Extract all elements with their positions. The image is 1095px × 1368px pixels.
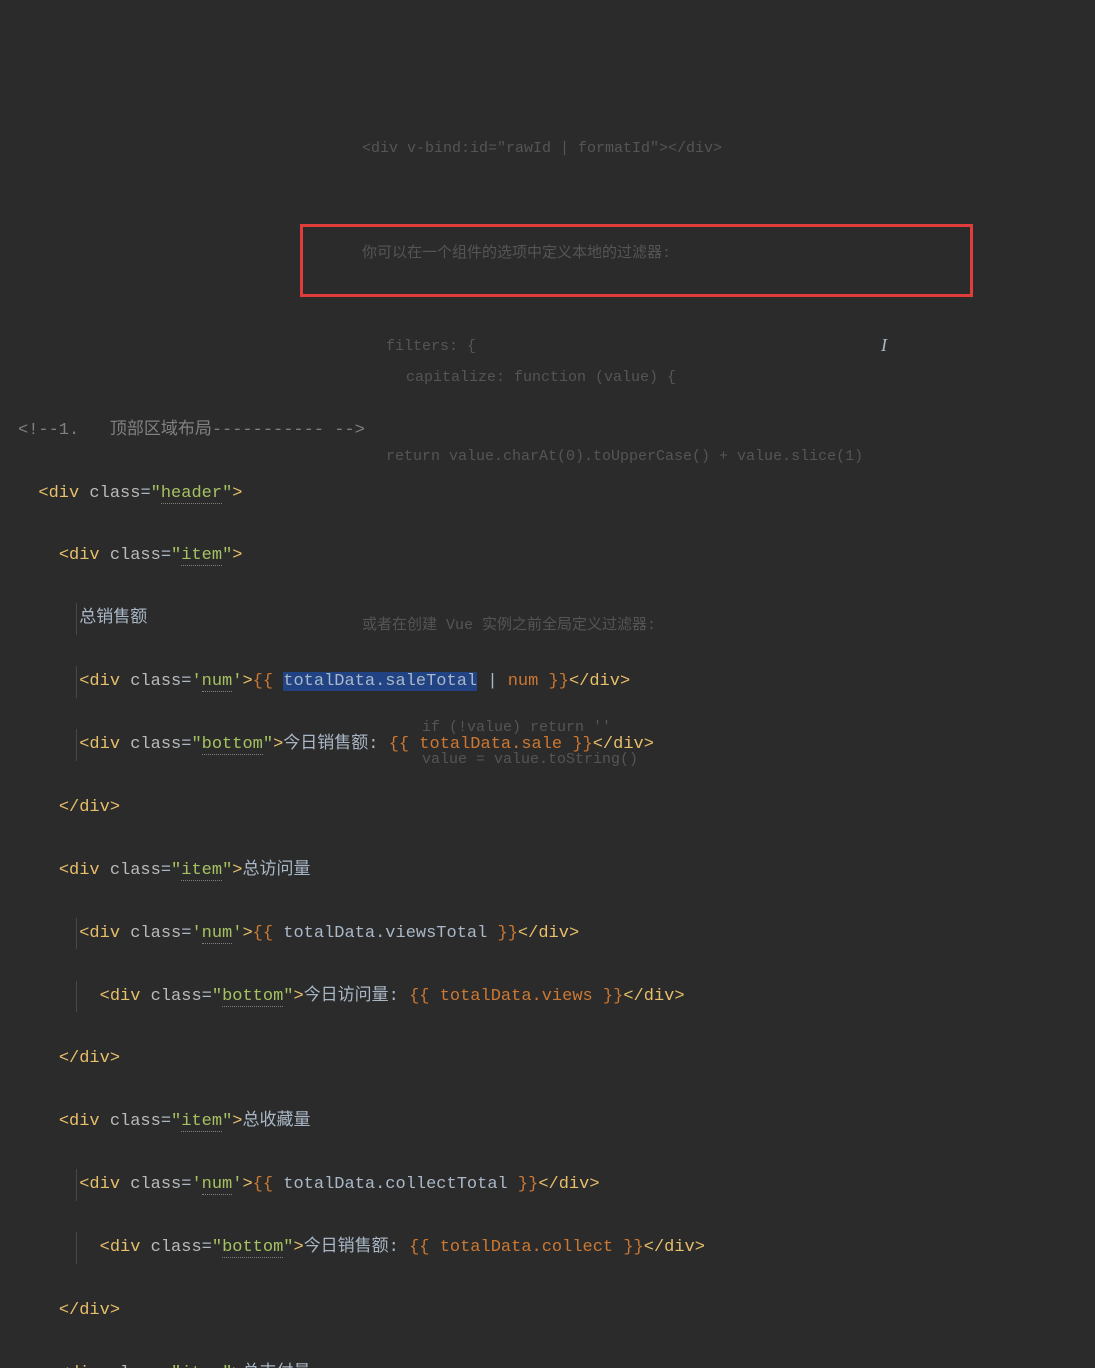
ghost-text: capitalize: function (value) { — [406, 364, 676, 392]
text-content: 总收藏量 — [242, 1112, 310, 1131]
code-line[interactable]: <div class="header"> — [12, 478, 1095, 509]
code-line[interactable]: <div class="item">总访问量 — [12, 855, 1095, 886]
code-line[interactable]: <div class="bottom">今日销售额: {{ totalData.… — [12, 1232, 1095, 1263]
code-line[interactable]: </div> — [12, 1295, 1095, 1326]
code-line[interactable]: <div class='num'>{{ totalData.saleTotal … — [12, 666, 1095, 697]
code-line[interactable]: </div> — [12, 1043, 1095, 1074]
code-editor[interactable]: <div v-bind:id="rawId | formatId"></div>… — [12, 132, 1095, 1368]
code-line[interactable]: <div class='num'>{{ totalData.collectTot… — [12, 1169, 1095, 1200]
text-content: 总销售额 — [79, 609, 147, 628]
highlight-annotation — [300, 224, 973, 297]
code-line[interactable]: <div class="bottom">今日访问量: {{ totalData.… — [12, 981, 1095, 1012]
comment: <!--1. 顶部区域布局----------- --> — [18, 421, 365, 440]
text-content: 今日销售额: — [304, 1238, 409, 1257]
ghost-text: 你可以在一个组件的选项中定义本地的过滤器: — [362, 240, 671, 268]
code-line[interactable]: <div class="item">总支付量 — [12, 1358, 1095, 1368]
text-cursor-icon — [881, 329, 887, 364]
text-content: 总支付量 — [242, 1364, 310, 1368]
code-line[interactable]: <div class='num'>{{ totalData.viewsTotal… — [12, 918, 1095, 949]
code-line[interactable]: <div class="bottom">今日销售额: {{ totalData.… — [12, 729, 1095, 760]
code-line[interactable]: <div class="item">总收藏量 — [12, 1106, 1095, 1137]
text-content: 总访问量 — [242, 861, 310, 880]
ghost-text: return value.charAt(0).toUpperCase() + v… — [386, 443, 863, 471]
code-line[interactable]: 总销售额 — [12, 603, 1095, 634]
code-line[interactable]: </div> — [12, 792, 1095, 823]
code-line[interactable]: <!--1. 顶部区域布局----------- --> — [12, 415, 1095, 446]
code-line[interactable]: <div class="item"> — [12, 540, 1095, 571]
ghost-text: <div v-bind:id="rawId | formatId"></div> — [362, 135, 722, 163]
ghost-text: filters: { — [386, 333, 476, 361]
text-content: 今日销售额: — [283, 735, 388, 754]
text-content: 今日访问量: — [304, 987, 409, 1006]
